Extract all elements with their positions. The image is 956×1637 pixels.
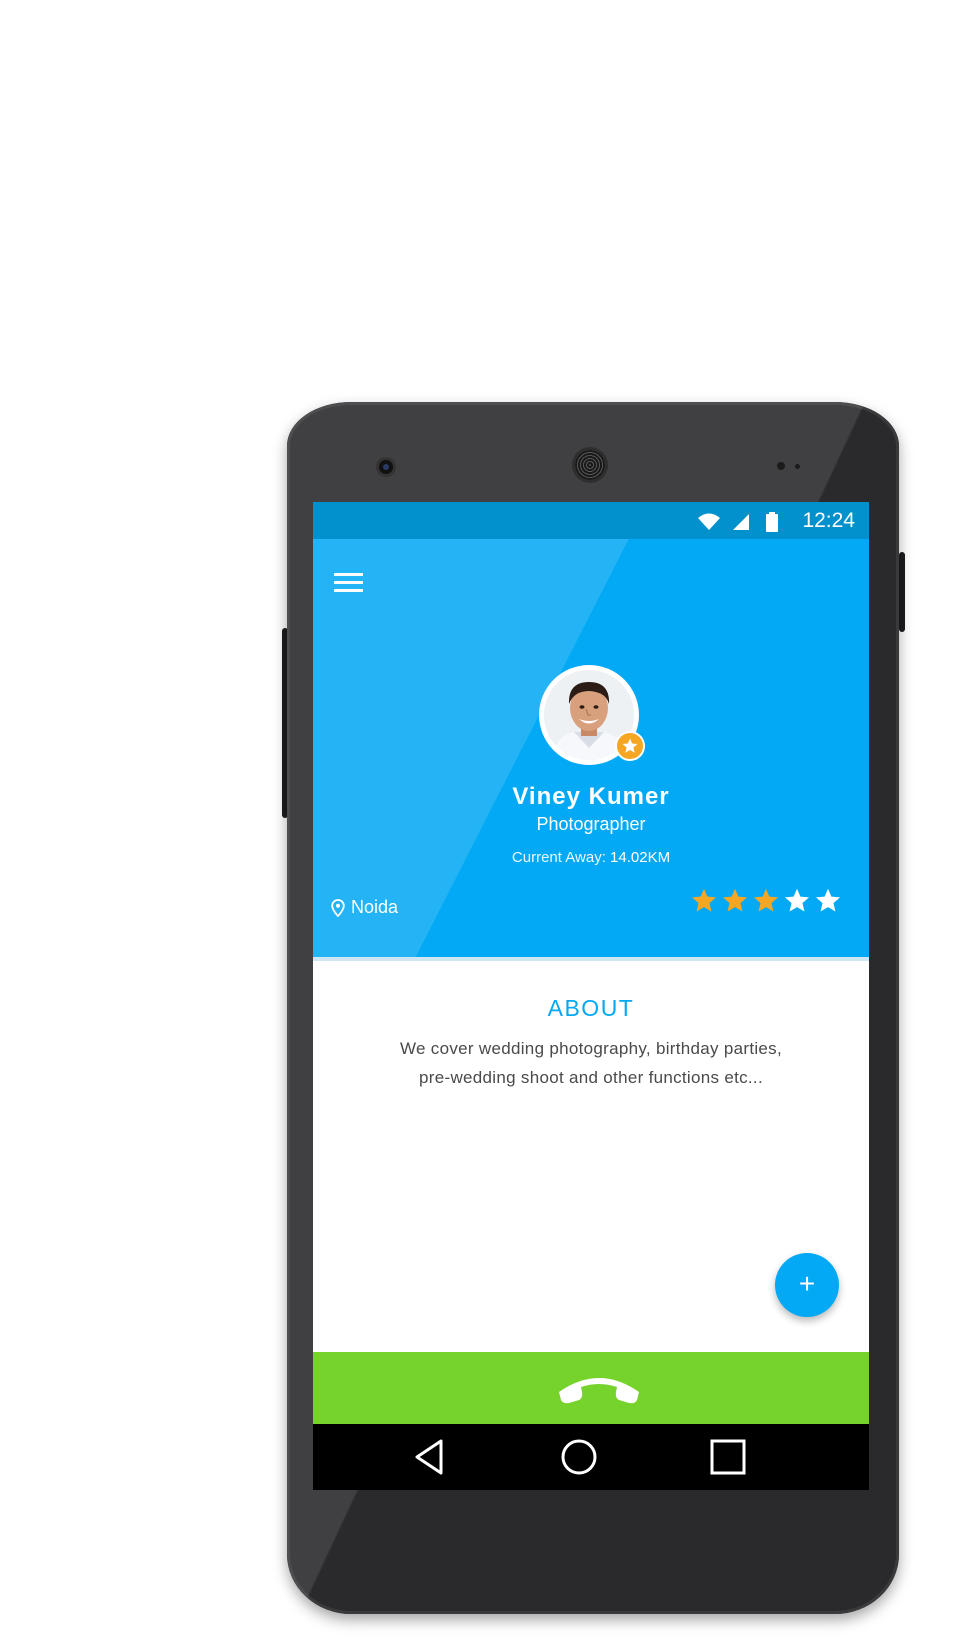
star-empty-icon [784,888,810,912]
location: Noida [331,897,398,918]
phone-hangup-icon [559,1378,639,1404]
status-bar: 12:24 [313,502,869,539]
profile-role: Photographer [536,814,646,834]
star-filled-icon [691,888,717,912]
distance-label: Current Away: [511,849,606,866]
phone-volume-button [899,552,905,632]
distance: Current Away: 14.02KM [313,849,869,866]
star-filled-icon [722,888,748,912]
light-sensor [795,464,800,469]
add-fab-button[interactable]: + [775,1253,839,1317]
about-text: We cover wedding photography, birthday p… [399,1039,782,1087]
about-title: ABOUT [547,995,635,1021]
map-pin-icon [331,898,345,917]
home-icon[interactable] [558,1436,600,1478]
rating-stars [688,887,843,915]
status-time: 12:24 [802,509,855,532]
phone-frame: 12:24 Viney Kumer Photographer Current A… [287,402,899,1614]
recents-icon[interactable] [707,1436,749,1478]
call-button[interactable] [313,1352,869,1424]
proximity-sensor [777,462,785,470]
location-text: Noida [351,897,399,917]
battery-icon [766,512,778,532]
back-icon[interactable] [409,1436,451,1478]
hamburger-menu-icon[interactable] [331,569,365,599]
profile-name: Viney Kumer [512,783,670,810]
star-filled-icon [753,888,779,912]
front-camera [379,460,393,474]
wifi-icon [698,513,720,530]
navigation-bar [313,1424,869,1490]
distance-value: 14.02KM [610,849,671,866]
header-divider [313,957,869,961]
star-empty-icon [815,888,841,912]
avatar[interactable] [539,665,645,765]
earpiece-speaker [575,450,605,480]
signal-icon [733,514,749,530]
screen: 12:24 Viney Kumer Photographer Current A… [313,502,869,1490]
profile-header: Viney Kumer Photographer Current Away: 1… [313,539,869,957]
star-badge-icon [615,731,645,761]
